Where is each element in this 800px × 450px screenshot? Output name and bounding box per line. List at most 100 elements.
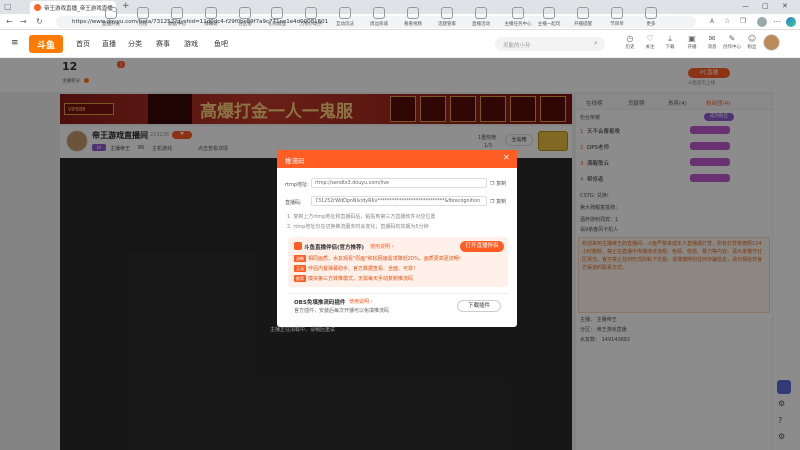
nav-category[interactable]: 分类	[128, 39, 142, 49]
live-switch-icon	[105, 7, 117, 19]
header-broadcast[interactable]: ▣ 开播	[682, 34, 702, 50]
activity-icon	[475, 7, 487, 19]
camera-icon: ▣	[688, 34, 696, 43]
obs-desc: 官方插件，安装后每次开播可以免填推流码	[294, 308, 390, 314]
schedule-icon	[611, 7, 623, 19]
cat-topic[interactable]: 话题管家	[434, 7, 460, 27]
tip-line: 2. rtmp地址仅在切换推流服务时会变化；直播码有效期为5分钟	[287, 224, 429, 230]
cat-reminder[interactable]: 开播提醒	[570, 7, 596, 27]
cat-task[interactable]: 主播任务中心	[502, 7, 534, 27]
read-aloud-icon[interactable]: A	[710, 18, 714, 25]
copy-code-button[interactable]: ❐ 复制	[490, 198, 506, 205]
tip-line: 1. 复制上方rtmp地址和直播码后，粘贴到第三方直播软件对应位置	[287, 214, 436, 220]
helper-icon	[305, 7, 317, 19]
promo-tag: 互动	[294, 265, 306, 272]
nav-home[interactable]: 首页	[76, 39, 90, 49]
cat-video[interactable]: 看看视频	[400, 7, 426, 27]
cat-gift[interactable]: 礼物收益	[264, 7, 290, 27]
shop-icon	[373, 7, 385, 19]
divider	[288, 293, 508, 294]
code-field[interactable]: 731252rWdDpnNlv/dyRKv*******************…	[311, 196, 487, 206]
code-label: 直播码:	[285, 200, 302, 206]
rtmp-label: rtmp地址:	[285, 182, 309, 188]
cat-helper[interactable]: 万物小助手	[298, 7, 324, 27]
rank-icon	[239, 7, 251, 19]
cat-schedule[interactable]: 节目单	[604, 7, 630, 27]
download-plugin-button[interactable]: 下载插件	[457, 300, 501, 312]
download-icon: ⤓	[668, 34, 672, 43]
minimize-icon[interactable]: —	[742, 2, 749, 10]
heart-icon: ♡	[646, 34, 654, 43]
trophy-icon	[137, 7, 149, 19]
gift-icon	[271, 7, 283, 19]
promo-title: 斗鱼直播伴侣(官方推荐)	[304, 245, 365, 251]
close-window-icon[interactable]: ✕	[782, 2, 788, 10]
play-icon	[543, 7, 555, 19]
header-history[interactable]: ◷ 历史	[620, 34, 640, 50]
header-follow[interactable]: ♡ 关注	[640, 34, 660, 50]
dialog-title: 推流码	[277, 150, 517, 168]
header-creator[interactable]: ✎ 创作中心	[722, 34, 742, 50]
collections-icon[interactable]: ❐	[740, 17, 746, 25]
header-download[interactable]: ⤓ 下载	[660, 34, 680, 50]
cat-shop[interactable]: 周边商城	[366, 7, 392, 27]
history-icon: ◷	[626, 34, 634, 43]
menu-icon[interactable]: ≡	[11, 38, 19, 48]
cat-live-switch[interactable]: 直播开关	[98, 7, 124, 27]
profile-avatar[interactable]	[757, 17, 767, 27]
cat-data[interactable]: 数据中心	[164, 7, 190, 27]
favicon-icon	[34, 4, 41, 11]
cat-interact[interactable]: 互动玩法	[332, 7, 358, 27]
header-message[interactable]: ✉ 消息	[702, 34, 722, 50]
promo-text: 模拟第三方转推模式，无需每天手动复制推流码	[308, 276, 414, 282]
user-avatar[interactable]	[763, 34, 780, 51]
close-icon[interactable]: ✕	[503, 153, 510, 162]
forward-icon[interactable]: →	[20, 17, 27, 26]
promo-tag: 流畅	[294, 255, 306, 262]
refresh-icon[interactable]: ↻	[36, 17, 43, 26]
copy-icon: ❐	[490, 181, 495, 187]
cat-danmu[interactable]: 弹幕姬	[198, 7, 224, 27]
copilot-icon[interactable]	[786, 17, 796, 27]
companion-icon	[294, 242, 302, 250]
cat-activity[interactable]: 直播活动	[468, 7, 494, 27]
search-input[interactable]: 灵能的小孙	[495, 37, 605, 51]
header-fans[interactable]: ☺ 粉丝	[742, 34, 762, 50]
user-icon: ☺	[747, 34, 757, 43]
site-logo[interactable]: 斗鱼	[29, 35, 63, 53]
bell-icon	[577, 7, 589, 19]
cat-monthly[interactable]: 月榜	[130, 7, 156, 27]
cat-more[interactable]: 更多	[638, 7, 664, 27]
maximize-icon[interactable]: ▢	[762, 2, 769, 10]
obs-help-link[interactable]: 使用说明 ›	[349, 298, 373, 305]
site-header: ≡ 斗鱼 首页 直播 分类 赛事 游戏 鱼吧 灵能的小孙 ⌕ ◷ 历史 ♡ 关注 ⤓…	[0, 30, 800, 58]
danmu-icon	[205, 7, 217, 19]
nav-game[interactable]: 游戏	[184, 39, 198, 49]
topic-icon	[441, 7, 453, 19]
more-icon[interactable]: ⋯	[773, 17, 781, 26]
promo-text: 伴侣内置弹幕助手、官方数据查看、全面、可靠！	[308, 266, 419, 272]
open-companion-button[interactable]: 打开直播伴侣	[460, 241, 504, 252]
mail-icon: ✉	[708, 34, 716, 43]
nav-live[interactable]: 直播	[102, 39, 116, 49]
promo-text: 相同画质，水友观看"原画"和松网速需求降低20%，画质更高更流畅！	[308, 256, 464, 262]
promo-tag: 推荐	[294, 275, 306, 282]
rtmp-field[interactable]: rtmp://sendtx3.douyu.com/live	[311, 178, 487, 188]
promo-help-link[interactable]: 使用说明 ›	[370, 243, 394, 250]
cat-zone-rank[interactable]: 分区榜	[232, 7, 258, 27]
copy-icon: ❐	[490, 199, 495, 205]
more-icon	[645, 7, 657, 19]
edit-icon: ✎	[728, 34, 736, 43]
favorite-icon[interactable]: ☆	[724, 17, 730, 25]
nav-match[interactable]: 赛事	[156, 39, 170, 49]
browser-menu-icon[interactable]: ▢	[4, 2, 12, 11]
video-icon	[407, 7, 419, 19]
back-icon[interactable]: ←	[6, 17, 13, 26]
copy-rtmp-button[interactable]: ❐ 复制	[490, 180, 506, 187]
chart-icon	[171, 7, 183, 19]
cat-play[interactable]: 主播一起玩	[536, 7, 562, 27]
interact-icon	[339, 7, 351, 19]
search-icon[interactable]: ⌕	[594, 39, 598, 48]
nav-fishbar[interactable]: 鱼吧	[214, 39, 228, 49]
player-status-text: 主播正在加载中，请稍后重试	[270, 327, 336, 333]
